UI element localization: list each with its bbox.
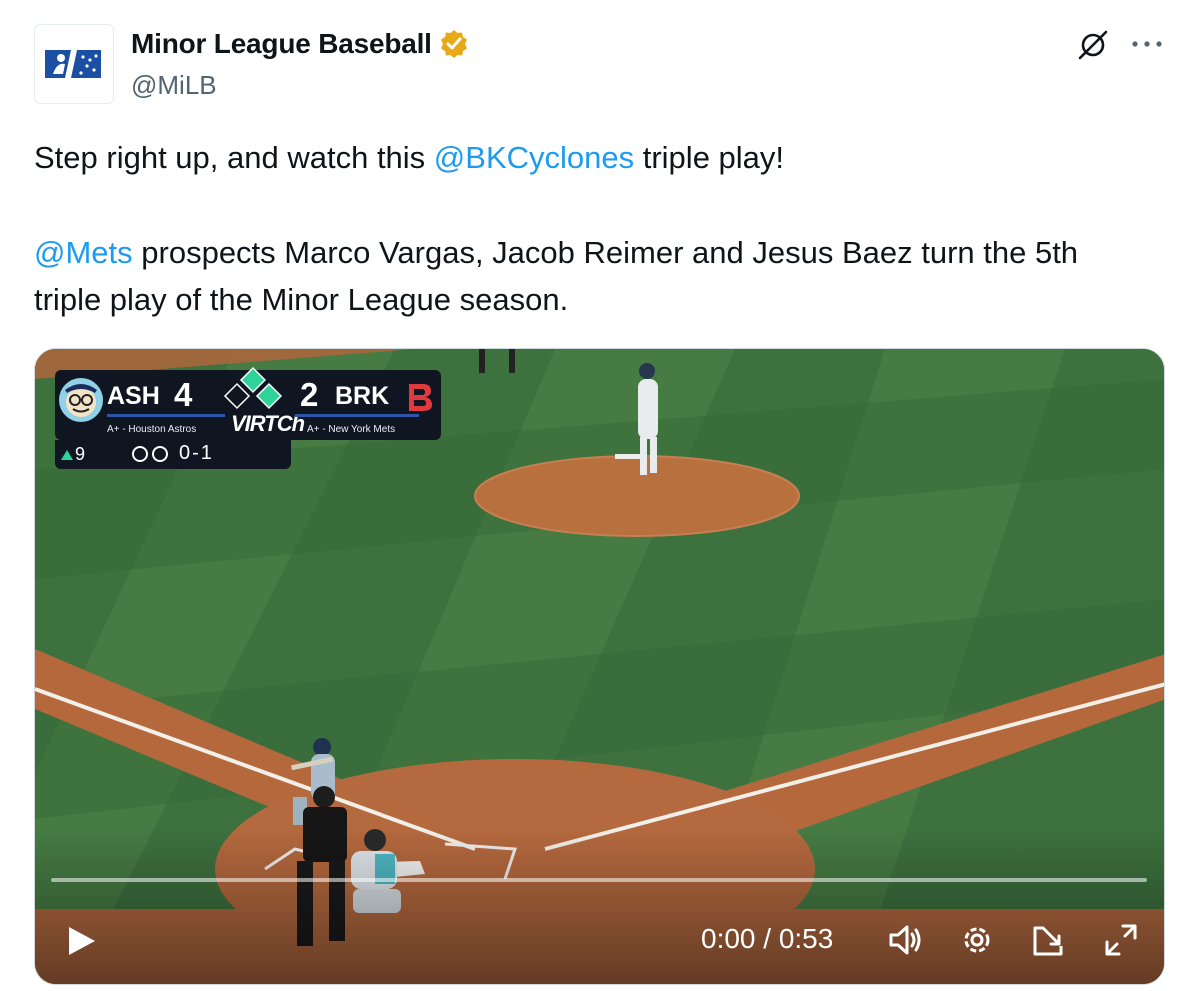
author-display-name[interactable]: Minor League Baseball bbox=[131, 28, 432, 60]
grok-icon[interactable] bbox=[1076, 28, 1110, 62]
tweet-text: Step right up, and watch this @BKCyclone… bbox=[34, 134, 1144, 323]
mention-bkcyclones-link[interactable]: @BKCyclones bbox=[434, 140, 634, 175]
home-team-abbr: BRK bbox=[335, 382, 390, 410]
play-icon[interactable] bbox=[61, 921, 101, 961]
avatar[interactable] bbox=[34, 24, 114, 104]
inning-number: 9 bbox=[75, 444, 86, 464]
home-team-bar bbox=[295, 414, 419, 417]
away-team-bar bbox=[107, 414, 225, 417]
tweet-text-segment: Step right up, and watch this bbox=[34, 140, 434, 175]
author-name-row: Minor League Baseball bbox=[131, 28, 470, 60]
video-player[interactable]: ASH 4 A+ - Houston Astros VIRTCh 2 BRK A… bbox=[34, 348, 1165, 985]
scorebug: ASH 4 A+ - Houston Astros VIRTCh 2 BRK A… bbox=[55, 366, 441, 440]
tweet-paragraph-2: @Mets prospects Marco Vargas, Jacob Reim… bbox=[34, 229, 1144, 323]
ball-strike-count: 0-1 bbox=[179, 442, 214, 464]
inning-indicator: 9 bbox=[61, 444, 85, 465]
home-team-score: 2 bbox=[300, 376, 319, 413]
brk-cyclones-logo-icon bbox=[409, 384, 432, 411]
tweet-text-segment: triple play! bbox=[634, 140, 785, 175]
verified-badge-icon bbox=[440, 30, 467, 58]
fullscreen-icon[interactable] bbox=[1101, 920, 1141, 960]
video-progress-bar[interactable] bbox=[51, 878, 1147, 882]
mention-mets-link[interactable]: @Mets bbox=[34, 235, 133, 270]
settings-icon[interactable] bbox=[957, 920, 997, 960]
outs-indicator-icon bbox=[132, 446, 168, 462]
author-handle[interactable]: @MiLB bbox=[131, 70, 217, 101]
away-team-score: 4 bbox=[174, 376, 193, 413]
base-runners-icon bbox=[223, 366, 283, 410]
ash-tourists-logo-icon bbox=[59, 378, 103, 422]
tweet-text-segment: prospects Marco Vargas, Jacob Reimer and… bbox=[34, 235, 1079, 317]
video-time-display: 0:00 / 0:53 bbox=[701, 923, 834, 954]
sponsor-logo: VIRTCh bbox=[231, 411, 305, 436]
volume-icon[interactable] bbox=[885, 920, 925, 960]
away-team-abbr: ASH bbox=[107, 382, 160, 410]
top-inning-arrow-icon bbox=[61, 449, 73, 460]
milb-logo-icon bbox=[45, 50, 101, 78]
picture-in-picture-icon[interactable] bbox=[1029, 920, 1069, 960]
away-affiliate: A+ - Houston Astros bbox=[107, 424, 197, 435]
scorebug-status: 9 0-1 bbox=[55, 440, 291, 469]
home-affiliate: A+ - New York Mets bbox=[307, 424, 396, 435]
more-icon[interactable] bbox=[1130, 36, 1164, 52]
tweet-paragraph-1: Step right up, and watch this @BKCyclone… bbox=[34, 134, 1144, 181]
